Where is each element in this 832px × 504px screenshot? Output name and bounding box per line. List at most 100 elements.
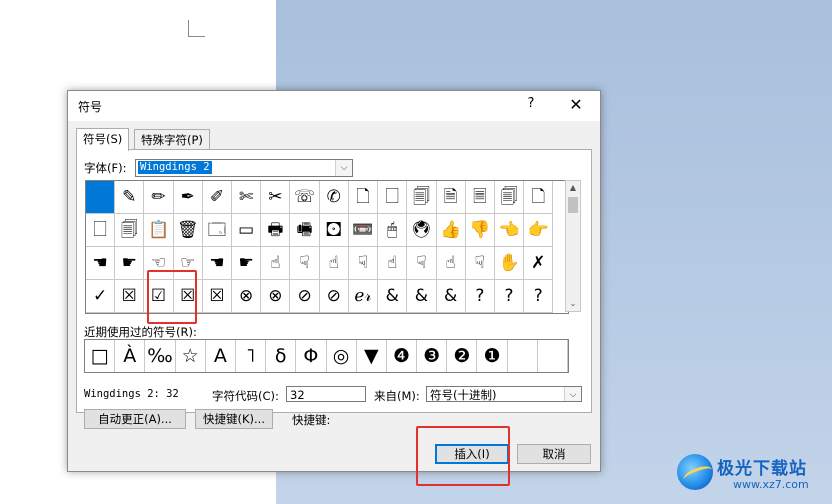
symbol-cell[interactable]: ? <box>494 280 525 313</box>
chevron-down-icon[interactable]: ⌵ <box>564 387 581 401</box>
symbol-cell[interactable]: ☝ <box>436 247 466 280</box>
recent-symbol-cell[interactable]: ˥ <box>236 340 267 372</box>
tab-symbols[interactable]: 符号(S) <box>76 128 130 151</box>
symbol-cell[interactable]: ? <box>524 280 554 313</box>
symbol-cell[interactable]: ☒ <box>202 280 233 313</box>
symbol-cell[interactable]: 👈 <box>494 214 525 247</box>
symbol-cell[interactable]: 👎 <box>465 214 495 247</box>
symbol-cell[interactable]: 🖷 <box>290 214 320 247</box>
symbol-grid-scrollbar[interactable]: ▲ ⌄ <box>565 180 581 312</box>
symbol-cell[interactable]: & <box>436 280 466 313</box>
shortcut-label: 快捷键: <box>292 413 331 427</box>
symbol-cell[interactable]: 🖸 <box>319 214 349 247</box>
cancel-button[interactable]: 取消 <box>517 444 591 464</box>
recent-symbol-cell[interactable]: ◎ <box>327 340 357 372</box>
recent-symbol-cell[interactable]: Φ <box>296 340 327 372</box>
symbol-cell[interactable]: 🗏 <box>465 181 495 214</box>
scroll-up-icon[interactable]: ▲ <box>566 181 580 195</box>
symbol-cell[interactable]: 🗋 <box>348 181 379 214</box>
symbol-cell[interactable]: 🗌 <box>86 214 116 247</box>
recent-symbol-cell[interactable]: ‰ <box>145 340 176 372</box>
dialog-titlebar: 符号 ? ✕ <box>68 91 600 121</box>
recent-symbol-cell[interactable]: ❷ <box>447 340 478 372</box>
symbol-cell[interactable]: ✆ <box>319 181 349 214</box>
symbol-cell[interactable]: ☝ <box>261 247 291 280</box>
symbol-cell[interactable]: 🗋 <box>524 181 554 214</box>
symbol-cell[interactable]: ✎ <box>115 181 145 214</box>
symbol-cell[interactable]: ⊘ <box>319 280 349 313</box>
recent-symbol-cell[interactable]: □ <box>85 340 116 372</box>
recent-symbol-cell[interactable]: A <box>206 340 236 372</box>
symbol-cell[interactable]: 👉 <box>524 214 554 247</box>
font-select[interactable]: Wingdings 2 ⌵ <box>135 159 353 177</box>
symbol-cell[interactable]: ⊗ <box>232 280 262 313</box>
symbol-cell[interactable]: & <box>378 280 408 313</box>
scroll-thumb[interactable] <box>568 197 578 213</box>
symbol-cell[interactable]: ☚ <box>86 247 116 280</box>
symbol-cell[interactable]: 🗐 <box>407 181 437 214</box>
chevron-down-icon[interactable]: ⌵ <box>335 160 352 176</box>
symbol-cell[interactable]: ? <box>465 280 495 313</box>
symbol-cell[interactable]: 🗎 <box>436 181 466 214</box>
recent-symbols: □ À ‰ ☆ A ˥ δ Φ ◎ ▼ ❹ ❸ ❷ ❶ <box>84 339 569 373</box>
from-select[interactable]: 符号(十进制) ⌵ <box>426 386 582 402</box>
symbol-cell[interactable]: & <box>407 280 437 313</box>
char-code-input[interactable]: 32 <box>286 386 366 402</box>
symbol-cell[interactable]: ✓ <box>86 280 116 313</box>
help-button[interactable]: ? <box>524 96 538 114</box>
symbol-cell[interactable]: 🖶 <box>261 214 291 247</box>
symbol-cell[interactable]: ☛ <box>115 247 145 280</box>
symbol-cell[interactable]: ⊗ <box>261 280 291 313</box>
autocorrect-button[interactable]: 自动更正(A)... <box>84 409 186 429</box>
symbol-cell[interactable]: 🖲 <box>407 214 437 247</box>
symbol-cell[interactable]: ✋ <box>494 247 525 280</box>
recent-symbol-cell[interactable]: δ <box>266 340 297 372</box>
symbol-cell[interactable]: ☚ <box>202 247 233 280</box>
symbol-cell[interactable]: 🗑 <box>173 214 203 247</box>
symbol-cell[interactable]: ✗ <box>524 247 554 280</box>
watermark-url: www.xz7.com <box>733 478 809 491</box>
symbol-cell[interactable]: ⊘ <box>290 280 320 313</box>
symbol-cell[interactable]: ☟ <box>465 247 495 280</box>
symbol-cell[interactable]: ℯ𝓇 <box>348 280 379 313</box>
symbol-cell[interactable]: 👍 <box>436 214 466 247</box>
symbol-cell[interactable]: 📼 <box>348 214 379 247</box>
symbol-cell[interactable]: ☟ <box>290 247 320 280</box>
symbol-cell[interactable]: ☟ <box>407 247 437 280</box>
symbol-cell[interactable]: 🗌 <box>378 181 408 214</box>
symbol-cell[interactable]: ☝ <box>378 247 408 280</box>
recent-symbol-cell[interactable]: ❶ <box>477 340 508 372</box>
tab-special-characters[interactable]: 特殊字符(P) <box>134 129 210 150</box>
symbol-cell[interactable]: ✏ <box>144 181 174 214</box>
symbol-cell[interactable]: ▭ <box>232 214 262 247</box>
symbol-cell[interactable]: ✐ <box>202 181 233 214</box>
symbol-cell[interactable]: ☛ <box>232 247 262 280</box>
dialog-title: 符号 <box>78 100 103 114</box>
symbol-cell[interactable]: ☏ <box>290 181 320 214</box>
font-label: 字体(F): <box>84 161 127 175</box>
symbol-cell[interactable]: 🗐 <box>115 214 145 247</box>
recent-symbol-cell[interactable]: ▼ <box>357 340 387 372</box>
recent-symbol-cell[interactable]: À <box>115 340 146 372</box>
recent-symbol-cell[interactable]: ❸ <box>417 340 448 372</box>
watermark: 极光下载站 www.xz7.com <box>677 452 827 498</box>
symbol-cell[interactable] <box>86 181 116 214</box>
shortcut-key-button[interactable]: 快捷键(K)... <box>195 409 273 429</box>
symbol-cell[interactable]: ☒ <box>115 280 145 313</box>
symbol-cell[interactable]: ☟ <box>348 247 379 280</box>
symbol-cell[interactable]: 📋 <box>144 214 174 247</box>
symbol-cell[interactable]: ☝ <box>319 247 349 280</box>
highlight-box-insert <box>416 426 510 486</box>
recent-symbol-cell[interactable] <box>508 340 538 372</box>
recent-symbol-cell[interactable] <box>538 340 568 372</box>
recent-symbol-cell[interactable]: ☆ <box>176 340 206 372</box>
symbol-cell[interactable]: 🗔 <box>202 214 233 247</box>
close-button[interactable]: ✕ <box>566 95 586 115</box>
scroll-down-icon[interactable]: ⌄ <box>566 297 580 311</box>
symbol-cell[interactable]: 🖱 <box>378 214 408 247</box>
symbol-cell[interactable]: ✒ <box>173 181 203 214</box>
symbol-cell[interactable]: ✂ <box>261 181 291 214</box>
symbol-cell[interactable]: 🗐 <box>494 181 525 214</box>
recent-symbol-cell[interactable]: ❹ <box>387 340 418 372</box>
symbol-cell[interactable]: ✄ <box>232 181 262 214</box>
